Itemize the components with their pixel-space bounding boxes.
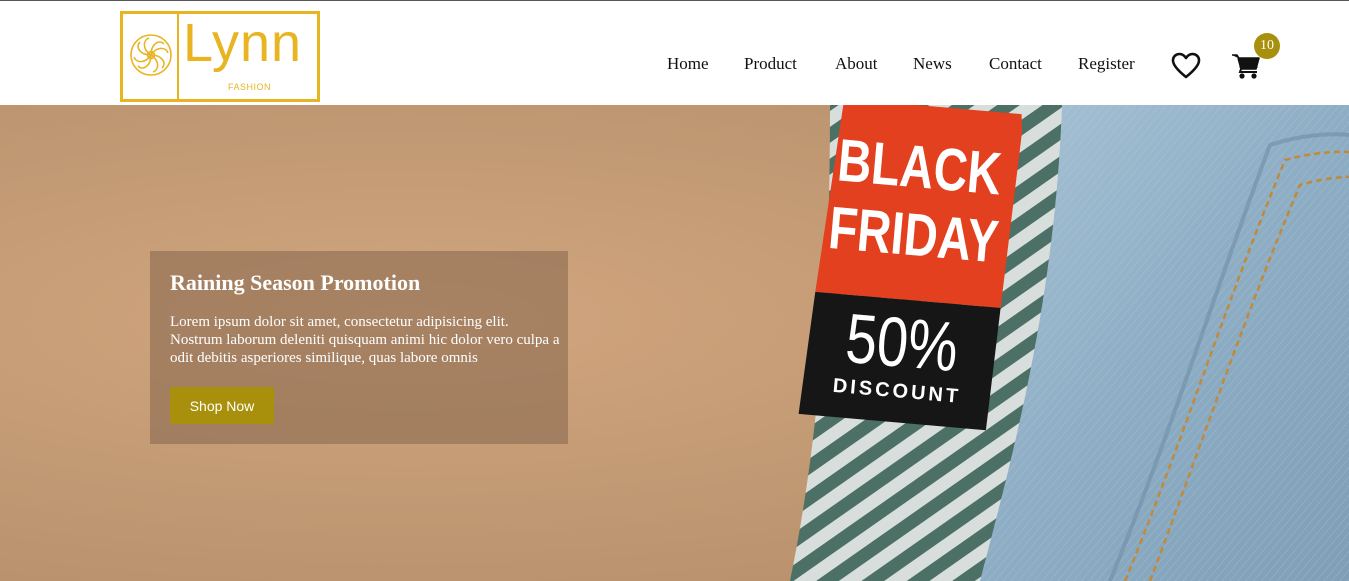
cart-icon[interactable] xyxy=(1231,52,1261,80)
promo-card: Raining Season Promotion Lorem ipsum dol… xyxy=(150,251,568,444)
logo-divider xyxy=(177,14,179,99)
nav-home[interactable]: Home xyxy=(667,54,709,74)
tag-black-text: BLACK xyxy=(835,127,1004,208)
tag-discount-value: 50% xyxy=(843,300,961,387)
promo-title: Raining Season Promotion xyxy=(170,270,421,295)
promo-description: Lorem ipsum dolor sit amet, consectetur … xyxy=(170,314,560,366)
brand-tagline: FASHION xyxy=(228,82,272,92)
nav-contact[interactable]: Contact xyxy=(989,54,1042,74)
brand-name: Lynn xyxy=(183,13,303,73)
nav-register[interactable]: Register xyxy=(1078,54,1135,74)
logo-swirl-icon xyxy=(130,34,172,76)
nav-news[interactable]: News xyxy=(913,54,952,74)
nav-product[interactable]: Product xyxy=(744,54,797,74)
heart-icon[interactable] xyxy=(1171,52,1201,80)
cart-count-badge: 10 xyxy=(1254,33,1280,59)
site-header: Lynn FASHION Home Product About News Con… xyxy=(0,1,1349,105)
brand-logo[interactable]: Lynn FASHION xyxy=(120,11,320,102)
shop-now-button[interactable]: Shop Now xyxy=(170,387,274,424)
nav-about[interactable]: About xyxy=(835,54,878,74)
